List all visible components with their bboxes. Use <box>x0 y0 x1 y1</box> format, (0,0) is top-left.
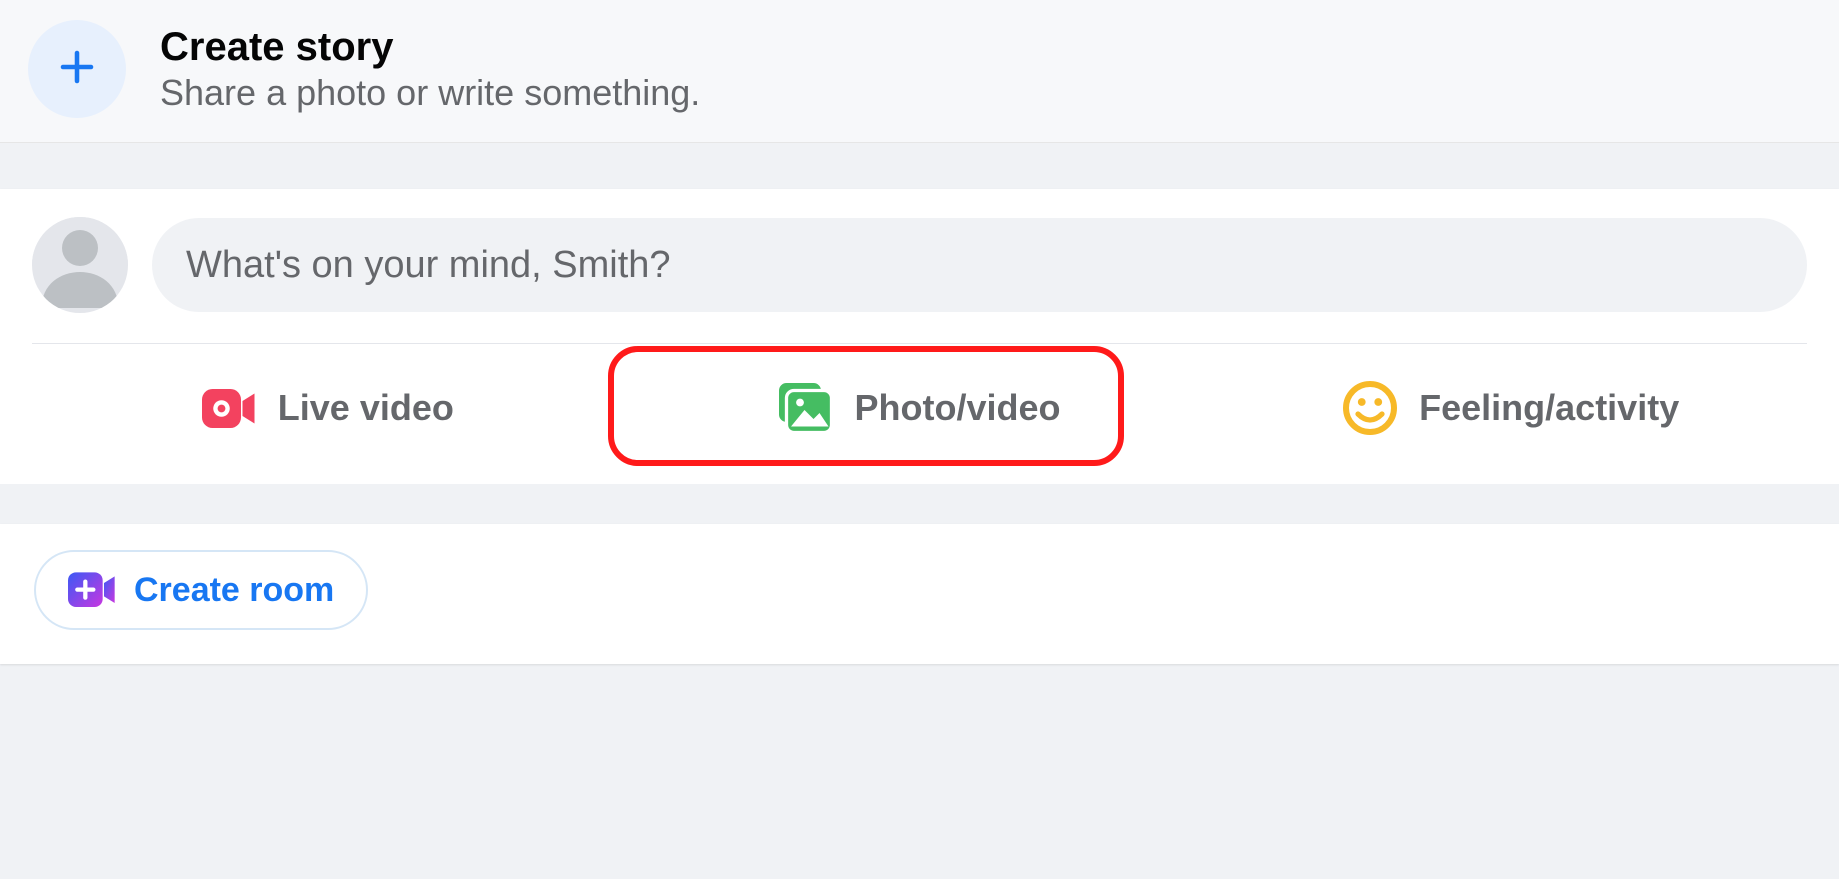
photo-video-button[interactable]: Photo/video <box>624 358 1216 458</box>
feeling-activity-button[interactable]: Feeling/activity <box>1215 358 1807 458</box>
composer-card: What's on your mind, Smith? Live video <box>0 189 1839 484</box>
photo-video-icon <box>779 381 833 435</box>
composer-input[interactable]: What's on your mind, Smith? <box>152 218 1807 312</box>
create-story-text: Create story Share a photo or write some… <box>160 24 700 114</box>
rooms-card: Create room <box>0 524 1839 664</box>
create-story-card[interactable]: Create story Share a photo or write some… <box>0 0 1839 143</box>
composer-divider <box>32 343 1807 344</box>
create-story-button[interactable] <box>28 20 126 118</box>
user-avatar[interactable] <box>32 217 128 313</box>
composer-placeholder: What's on your mind, Smith? <box>186 244 671 287</box>
composer-actions-row: Live video Photo/video <box>32 354 1807 466</box>
create-room-label: Create room <box>134 571 334 610</box>
spacer <box>0 143 1839 189</box>
photo-video-label: Photo/video <box>855 387 1061 429</box>
live-video-button[interactable]: Live video <box>32 358 624 458</box>
feeling-activity-icon <box>1343 381 1397 435</box>
composer-top-row: What's on your mind, Smith? <box>32 217 1807 313</box>
live-video-icon <box>202 381 256 435</box>
spacer <box>0 484 1839 524</box>
create-story-title: Create story <box>160 24 700 70</box>
live-video-label: Live video <box>278 387 454 429</box>
feeling-activity-label: Feeling/activity <box>1419 387 1679 429</box>
avatar-placeholder-icon <box>32 217 128 313</box>
create-story-subtitle: Share a photo or write something. <box>160 72 700 114</box>
plus-icon <box>56 46 98 93</box>
create-room-icon <box>68 566 116 614</box>
create-room-button[interactable]: Create room <box>34 550 368 630</box>
